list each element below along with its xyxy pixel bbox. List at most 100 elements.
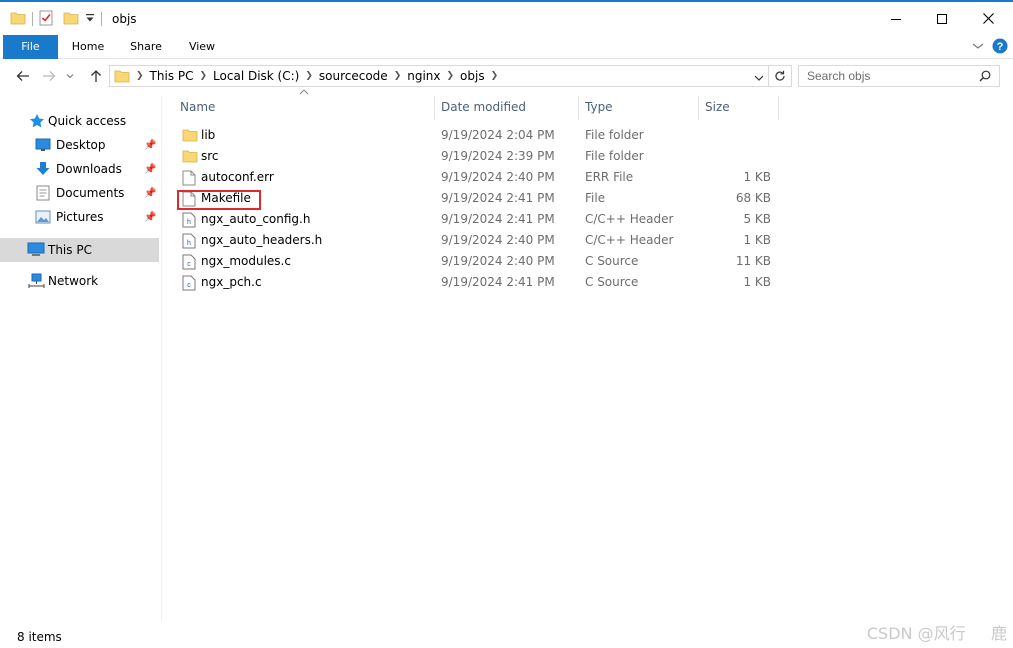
close-icon: [982, 13, 994, 24]
pin-icon[interactable]: 📌: [144, 212, 156, 223]
breadcrumb-separator-icon: ❯: [490, 71, 499, 81]
file-name: lib: [201, 128, 216, 142]
file-row[interactable]: lib 9/19/2024 2:04 PM File folder: [176, 125, 778, 146]
file-size: 68 KB: [735, 191, 771, 205]
breadcrumb-separator-icon: ❯: [393, 71, 402, 81]
tab-home[interactable]: Home: [66, 35, 110, 59]
breadcrumb-this-pc[interactable]: This PC: [150, 69, 194, 83]
pin-icon[interactable]: 📌: [144, 164, 156, 175]
file-type: C Source: [585, 254, 639, 268]
nav-label: Pictures: [56, 210, 104, 224]
column-header-size[interactable]: Size: [705, 96, 775, 120]
nav-item-desktop[interactable]: Desktop 📌: [0, 134, 160, 156]
file-size: 5 KB: [743, 212, 771, 226]
file-size: 11 KB: [735, 254, 771, 268]
back-button[interactable]: [12, 66, 34, 86]
file-date-modified: 9/19/2024 2:41 PM: [441, 191, 555, 205]
file-name: src: [201, 149, 219, 163]
close-button[interactable]: [965, 2, 1011, 35]
folder-icon: [182, 128, 198, 144]
nav-item-this-pc[interactable]: This PC: [0, 238, 159, 262]
file-name: ngx_auto_headers.h: [201, 233, 323, 247]
file-date-modified: 9/19/2024 2:40 PM: [441, 254, 555, 268]
chevron-down-icon: [66, 74, 74, 79]
folder-icon[interactable]: [10, 11, 26, 28]
search-box[interactable]: [798, 65, 1000, 87]
help-icon[interactable]: ?: [992, 38, 1008, 57]
file-row[interactable]: c ngx_pch.c 9/19/2024 2:41 PM C Source 1 KB: [176, 272, 778, 293]
pin-icon[interactable]: 📌: [144, 140, 156, 151]
forward-button[interactable]: [38, 66, 60, 86]
nav-label: Documents: [56, 186, 125, 200]
nav-item-downloads[interactable]: Downloads 📌: [0, 158, 160, 180]
tab-view[interactable]: View: [180, 35, 224, 59]
nav-label: Network: [48, 274, 99, 288]
breadcrumb-separator-icon: ❯: [199, 71, 208, 81]
column-divider[interactable]: [778, 96, 779, 120]
expand-ribbon-icon[interactable]: [972, 40, 984, 54]
star-icon: [29, 113, 45, 129]
breadcrumb-nginx[interactable]: nginx: [407, 69, 440, 83]
title-bar: objs: [0, 2, 1013, 35]
tab-share[interactable]: Share: [124, 35, 168, 59]
file-row[interactable]: h ngx_auto_headers.h 9/19/2024 2:40 PM C/C+…: [176, 230, 778, 251]
column-divider[interactable]: [578, 96, 579, 120]
breadcrumb-separator-icon: ❯: [305, 71, 313, 81]
download-icon: [35, 161, 51, 177]
c-source-file-icon: c: [182, 254, 198, 270]
up-button[interactable]: [85, 66, 107, 86]
file-size: [701, 125, 771, 146]
breadcrumb-separator-icon: ❯: [446, 71, 455, 81]
watermark: CSDN @风行 鹿: [866, 624, 1007, 643]
search-icon[interactable]: [979, 70, 991, 85]
navigation-pane: Quick access Desktop 📌 Downloads 📌 Docum…: [0, 96, 160, 621]
file-date-modified: 9/19/2024 2:40 PM: [441, 170, 555, 184]
column-divider[interactable]: [434, 96, 435, 120]
up-arrow-icon: [91, 70, 101, 82]
minimize-icon: [891, 18, 901, 20]
network-icon: [27, 273, 45, 289]
refresh-button[interactable]: [768, 65, 792, 87]
nav-item-network[interactable]: Network: [0, 270, 160, 292]
pictures-icon: [35, 210, 51, 224]
customize-toolbar-icon[interactable]: [85, 13, 95, 26]
tab-file[interactable]: File: [3, 35, 58, 59]
forward-arrow-icon: [43, 71, 56, 81]
file-row[interactable]: c ngx_modules.c 9/19/2024 2:40 PM C Source 1…: [176, 251, 778, 272]
refresh-icon: [774, 70, 785, 81]
file-type: File folder: [585, 128, 644, 142]
file-row[interactable]: autoconf.err 9/19/2024 2:40 PM ERR File 1 K…: [176, 167, 778, 188]
recent-locations-button[interactable]: [62, 66, 78, 86]
breadcrumb-sourcecode[interactable]: sourcecode: [319, 69, 388, 83]
column-header-date-modified[interactable]: Date modified: [441, 96, 573, 120]
breadcrumb-separator-icon: ❯: [136, 71, 144, 81]
column-header-type[interactable]: Type: [585, 96, 693, 120]
address-bar[interactable]: ❯ This PC ❯ Local Disk (C:) ❯ sourcecode…: [109, 65, 769, 87]
file-row[interactable]: h ngx_auto_config.h 9/19/2024 2:41 PM C/C++…: [176, 209, 778, 230]
status-item-count: 8 items: [17, 630, 62, 644]
qat-divider: [101, 12, 102, 26]
search-input[interactable]: [807, 69, 977, 83]
pane-divider[interactable]: [161, 96, 162, 621]
document-icon: [36, 185, 50, 201]
column-divider[interactable]: [698, 96, 699, 120]
nav-item-quick-access[interactable]: Quick access: [0, 110, 160, 132]
minimize-button[interactable]: [873, 2, 919, 35]
file-date-modified: 9/19/2024 2:40 PM: [441, 233, 555, 247]
column-header-name[interactable]: Name: [180, 96, 430, 120]
new-folder-icon[interactable]: [63, 11, 79, 28]
address-dropdown-icon[interactable]: [754, 71, 764, 85]
nav-item-documents[interactable]: Documents 📌: [0, 182, 160, 204]
properties-icon[interactable]: [39, 10, 53, 29]
back-arrow-icon: [16, 71, 29, 81]
file-row[interactable]: Makefile 9/19/2024 2:41 PM File 68 KB: [176, 188, 778, 209]
breadcrumb-objs[interactable]: objs: [460, 69, 485, 83]
pin-icon[interactable]: 📌: [144, 188, 156, 199]
file-name: ngx_modules.c: [201, 254, 291, 268]
svg-text:h: h: [187, 219, 191, 226]
nav-item-pictures[interactable]: Pictures 📌: [0, 206, 160, 228]
c-source-file-icon: c: [182, 275, 198, 291]
breadcrumb-local-disk[interactable]: Local Disk (C:): [213, 69, 299, 83]
file-row[interactable]: src 9/19/2024 2:39 PM File folder: [176, 146, 778, 167]
maximize-button[interactable]: [919, 2, 965, 35]
